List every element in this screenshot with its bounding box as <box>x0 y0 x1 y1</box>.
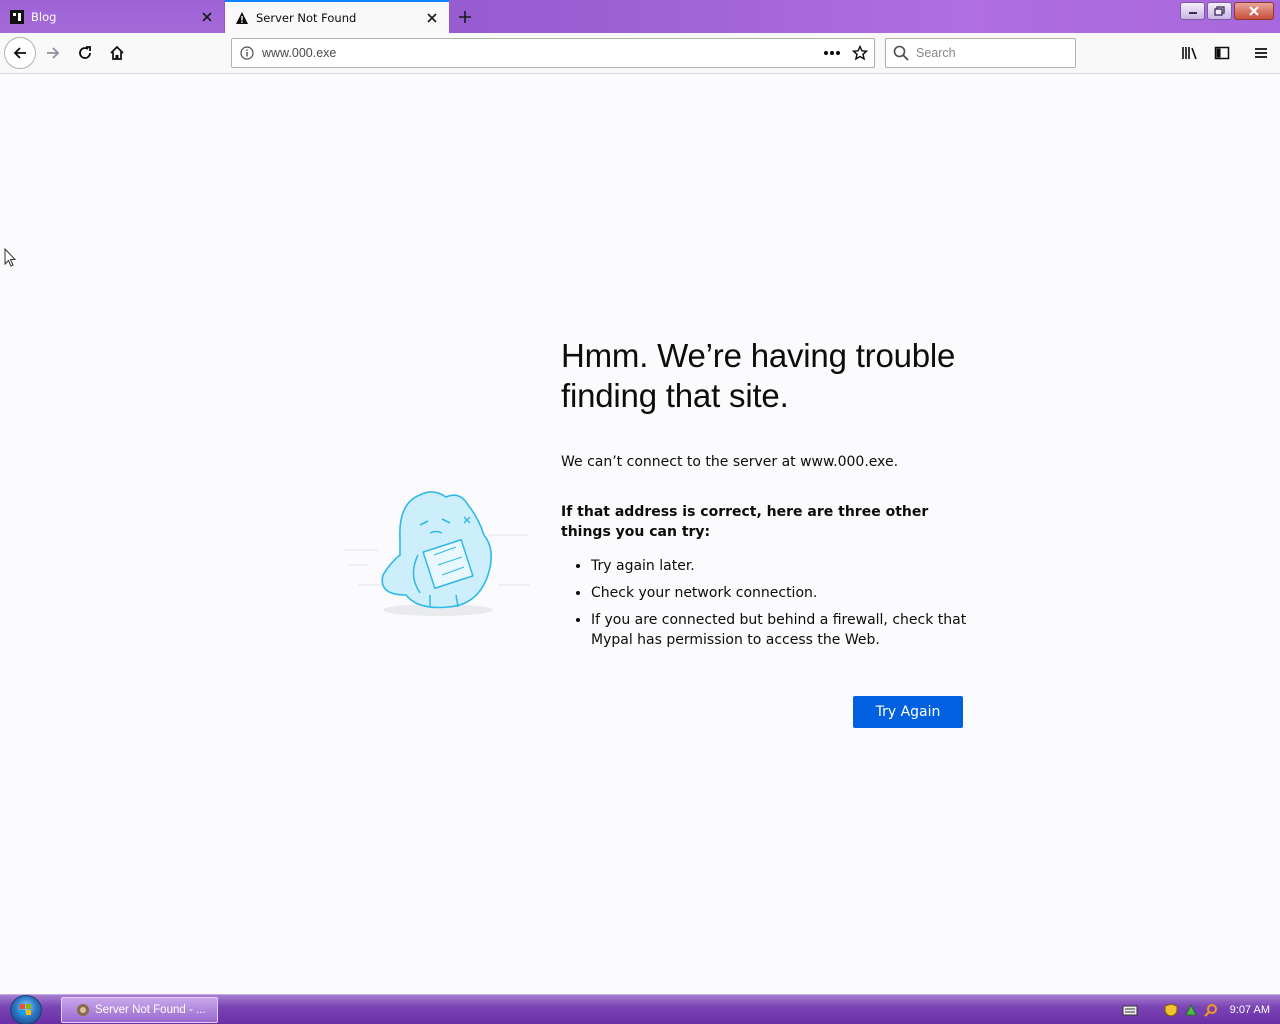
search-icon <box>886 45 916 61</box>
plus-icon <box>459 11 471 23</box>
close-tab-icon[interactable] <box>421 7 443 29</box>
taskbar-item-browser[interactable]: Server Not Found - ... <box>61 997 218 1023</box>
system-tray: 9:07 AM <box>1122 995 1270 1024</box>
reload-button[interactable] <box>70 38 100 68</box>
page-actions-icon[interactable] <box>818 50 846 56</box>
tab-blog[interactable]: Blog <box>0 0 224 33</box>
page-title: Hmm. We’re having trouble finding that s… <box>561 337 956 414</box>
info-icon[interactable] <box>232 46 262 60</box>
menu-button[interactable] <box>1246 38 1276 68</box>
tab-title: Server Not Found <box>256 10 357 25</box>
forward-arrow-icon <box>47 47 60 59</box>
confused-dinosaur-illustration <box>343 491 530 616</box>
minimize-button[interactable] <box>1180 2 1205 20</box>
close-window-button[interactable] <box>1234 2 1274 20</box>
window-controls <box>1180 2 1274 20</box>
back-button[interactable] <box>4 37 36 69</box>
list-item: Try again later. <box>591 556 971 576</box>
warning-icon <box>234 10 250 26</box>
suggestions-list: Try again later. Check your network conn… <box>561 556 971 650</box>
blog-favicon-icon <box>9 9 25 25</box>
browser-app-icon <box>77 1004 89 1016</box>
search-bar[interactable] <box>885 38 1076 68</box>
forward-button[interactable] <box>38 38 68 68</box>
advice-title: If that address is correct, here are thr… <box>561 504 929 540</box>
back-arrow-icon <box>13 47 26 59</box>
maximize-button[interactable] <box>1207 2 1232 20</box>
new-tab-button[interactable] <box>452 4 478 30</box>
sidebar-icon <box>1214 46 1230 60</box>
network-icon[interactable] <box>1184 1003 1198 1017</box>
taskbar: Server Not Found - ... 9:07 AM <box>0 994 1280 1024</box>
tab-server-not-found[interactable]: Server Not Found <box>225 0 449 33</box>
start-button[interactable] <box>10 995 42 1024</box>
taskbar-item-label: Server Not Found - ... <box>95 1004 206 1016</box>
clock[interactable]: 9:07 AM <box>1230 1004 1270 1016</box>
list-item: Check your network connection. <box>591 583 971 603</box>
reload-icon <box>79 46 91 59</box>
mouse-cursor-icon <box>4 248 17 267</box>
navigation-toolbar: www.000.exe <box>0 33 1280 74</box>
tab-title: Blog <box>31 9 57 24</box>
try-again-button[interactable]: Try Again <box>853 696 963 728</box>
search-input[interactable] <box>916 46 1066 60</box>
url-bar[interactable]: www.000.exe <box>231 38 875 68</box>
url-text[interactable]: www.000.exe <box>262 46 818 60</box>
windows-logo-icon <box>20 1004 31 1015</box>
close-tab-icon[interactable] <box>196 6 218 28</box>
bookmark-star-icon[interactable] <box>846 45 874 61</box>
library-icon <box>1182 47 1197 60</box>
home-icon <box>110 45 124 60</box>
library-button[interactable] <box>1175 38 1205 68</box>
tab-strip: Blog Server Not Found <box>0 0 1280 33</box>
hamburger-menu-icon <box>1255 48 1267 58</box>
error-description: We can’t connect to the server at www.00… <box>561 454 899 470</box>
sidebar-button[interactable] <box>1207 38 1237 68</box>
list-item: If you are connected but behind a firewa… <box>591 610 971 650</box>
keyboard-icon[interactable] <box>1122 1004 1138 1016</box>
magnifier-icon[interactable] <box>1203 1003 1218 1017</box>
home-button[interactable] <box>102 38 132 68</box>
shield-icon[interactable] <box>1164 1003 1178 1017</box>
error-message: Hmm. We’re having trouble finding that s… <box>561 336 971 657</box>
